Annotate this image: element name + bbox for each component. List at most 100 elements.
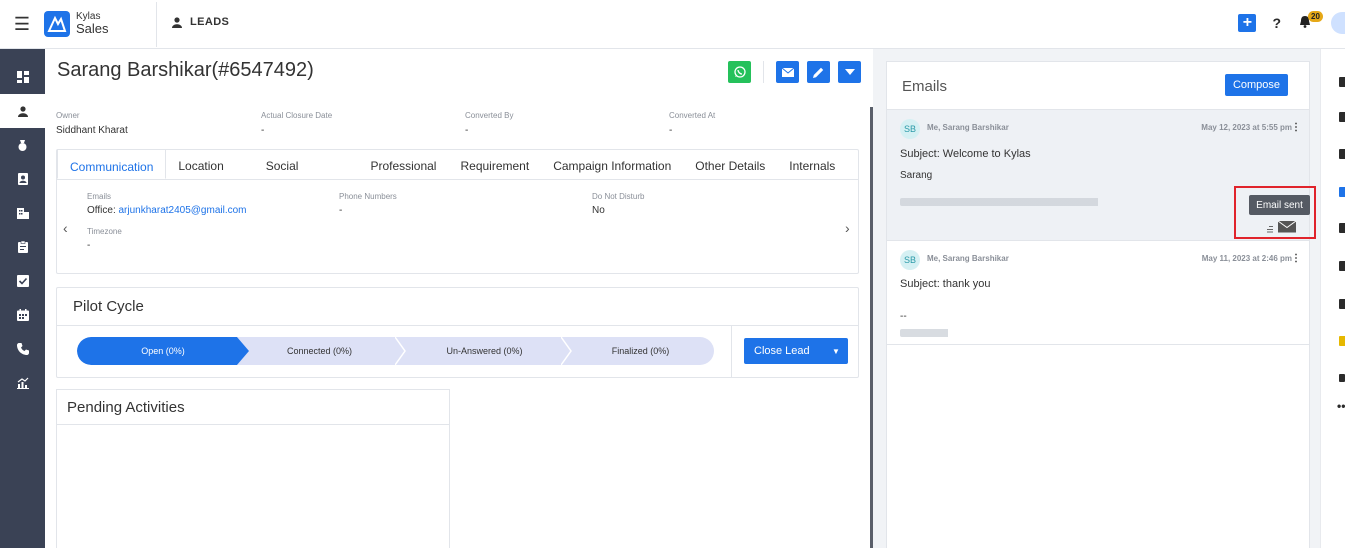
scrollbar[interactable]: [870, 107, 873, 548]
sender-avatar: SB: [900, 119, 920, 139]
sender-avatar: SB: [900, 250, 920, 270]
tab-other-details[interactable]: Other Details: [683, 150, 777, 179]
field-label: Phone Numbers: [339, 192, 397, 201]
meta-value: -: [261, 125, 265, 136]
meta-label: Converted At: [669, 111, 716, 120]
hamburger-menu-icon[interactable]: ☰: [0, 14, 44, 35]
tab-internals[interactable]: Internals: [777, 150, 847, 179]
highlight-box: [1234, 186, 1316, 239]
kebab-menu-icon[interactable]: ⋮: [1291, 253, 1301, 264]
rail-calendar-icon[interactable]: [1339, 149, 1345, 159]
reports-clipboard-icon[interactable]: [0, 230, 45, 264]
compose-button[interactable]: Compose: [1225, 74, 1288, 96]
lead-actions: [728, 61, 861, 83]
chevron-down-icon: [844, 69, 855, 75]
divider: [57, 424, 449, 425]
meta-label: Owner: [56, 111, 80, 120]
field-value: -: [87, 240, 91, 251]
tab-professional[interactable]: Professional: [358, 150, 448, 179]
tab-requirement[interactable]: Requirement: [448, 150, 541, 179]
emails-title: Emails: [902, 78, 948, 95]
close-lead-button[interactable]: Close Lead ▼: [744, 338, 848, 364]
email-body-preview: [900, 329, 980, 337]
meta-value: Siddhant Kharat: [56, 125, 128, 136]
dnd-field: Do Not Disturb No: [592, 192, 644, 216]
analytics-icon[interactable]: [0, 366, 45, 400]
tab-bar: Communication Location Social Profession…: [57, 149, 858, 180]
kylas-logo-icon: [44, 11, 70, 37]
field-label: Do Not Disturb: [592, 192, 645, 201]
rail-notes-icon[interactable]: [1339, 77, 1345, 87]
field-value: -: [339, 205, 343, 216]
caret-down-icon[interactable]: ▼: [824, 347, 848, 356]
email-list-item[interactable]: SB Me, Sarang Barshikar May 11, 2023 at …: [887, 240, 1309, 345]
notifications-button[interactable]: 20: [1299, 11, 1323, 31]
more-actions-dropdown[interactable]: [838, 61, 861, 83]
avatar[interactable]: [1331, 12, 1345, 34]
dashboard-icon[interactable]: [0, 60, 45, 94]
chevron-left-icon[interactable]: ‹: [63, 220, 68, 236]
meta-owner: Owner Siddhant Kharat: [56, 111, 128, 136]
meta-value: -: [669, 125, 673, 136]
brand-big: Sales: [76, 21, 109, 37]
email-button[interactable]: [776, 61, 799, 83]
pencil-icon: [813, 67, 824, 78]
tab-social[interactable]: Social: [254, 150, 359, 179]
tab-communication[interactable]: Communication: [57, 149, 167, 179]
email-preview: --: [900, 311, 907, 322]
module-title: LEADS: [172, 16, 229, 28]
meta-label: Actual Closure Date: [261, 111, 333, 120]
phone-icon[interactable]: [0, 332, 45, 366]
companies-icon[interactable]: [0, 196, 45, 230]
tab-campaign-information[interactable]: Campaign Information: [541, 150, 683, 179]
email-date: May 11, 2023 at 2:46 pm: [1201, 254, 1292, 263]
header-divider: [156, 2, 157, 47]
quick-add-button[interactable]: +: [1238, 14, 1257, 32]
emails-field: Emails Office: arjunkharat2405@gmail.com: [87, 192, 247, 216]
right-rail: ••: [1320, 49, 1345, 548]
tab-location[interactable]: Location: [166, 150, 253, 179]
rail-edit-icon[interactable]: [1339, 374, 1345, 382]
lead-title: Sarang Barshikar(#6547492): [57, 59, 314, 81]
email-body-preview: [900, 198, 1230, 206]
meta-label: Converted By: [465, 111, 514, 120]
rail-tasks-icon[interactable]: [1339, 112, 1345, 122]
rail-documents-icon[interactable]: [1339, 299, 1345, 309]
rail-warning-icon[interactable]: [1339, 336, 1345, 346]
field-label: Emails: [87, 192, 112, 201]
rail-email-icon[interactable]: [1339, 187, 1345, 197]
email-preview: Sarang: [900, 170, 933, 181]
whatsapp-button[interactable]: [728, 61, 751, 83]
chevron-right-icon[interactable]: ›: [845, 220, 850, 236]
rail-more-icon[interactable]: ••: [1337, 399, 1345, 413]
tasks-icon[interactable]: [0, 264, 45, 298]
stage-connected[interactable]: Connected (0%): [237, 337, 402, 365]
meta-converted-by: Converted By -: [465, 111, 513, 136]
field-label: Timezone: [87, 227, 122, 236]
deals-icon[interactable]: [0, 128, 45, 162]
rail-phone-icon[interactable]: [1339, 261, 1345, 271]
details-tabs-card: Communication Location Social Profession…: [56, 149, 859, 274]
left-sidebar: [0, 49, 45, 548]
rail-chat-icon[interactable]: [1339, 223, 1345, 233]
email-from: Me, Sarang Barshikar: [927, 123, 1009, 132]
kebab-menu-icon[interactable]: ⋮: [1291, 122, 1301, 133]
stage-un-answered[interactable]: Un-Answered (0%): [402, 337, 567, 365]
actions-divider: [763, 61, 764, 83]
help-icon[interactable]: ?: [1272, 15, 1281, 31]
envelope-icon: [781, 67, 794, 77]
stage-finalized[interactable]: Finalized (0%): [567, 337, 714, 365]
contacts-icon[interactable]: [0, 162, 45, 196]
calendar-icon[interactable]: [0, 298, 45, 332]
emails-panel: Emails Compose SB Me, Sarang Barshikar M…: [886, 61, 1310, 548]
whatsapp-icon: [733, 66, 746, 78]
leads-icon[interactable]: [0, 94, 45, 128]
email-type: Office:: [87, 205, 119, 216]
stage-open[interactable]: Open (0%): [77, 337, 249, 365]
pending-activities-card: Pending Activities: [56, 389, 450, 548]
field-value: No: [592, 205, 605, 216]
email-link[interactable]: arjunkharat2405@gmail.com: [119, 205, 247, 216]
pilot-cycle-card: Pilot Cycle Connected (0%) Un-Answered (…: [56, 287, 859, 378]
edit-button[interactable]: [807, 61, 830, 83]
field-value: Office: arjunkharat2405@gmail.com: [87, 205, 247, 216]
